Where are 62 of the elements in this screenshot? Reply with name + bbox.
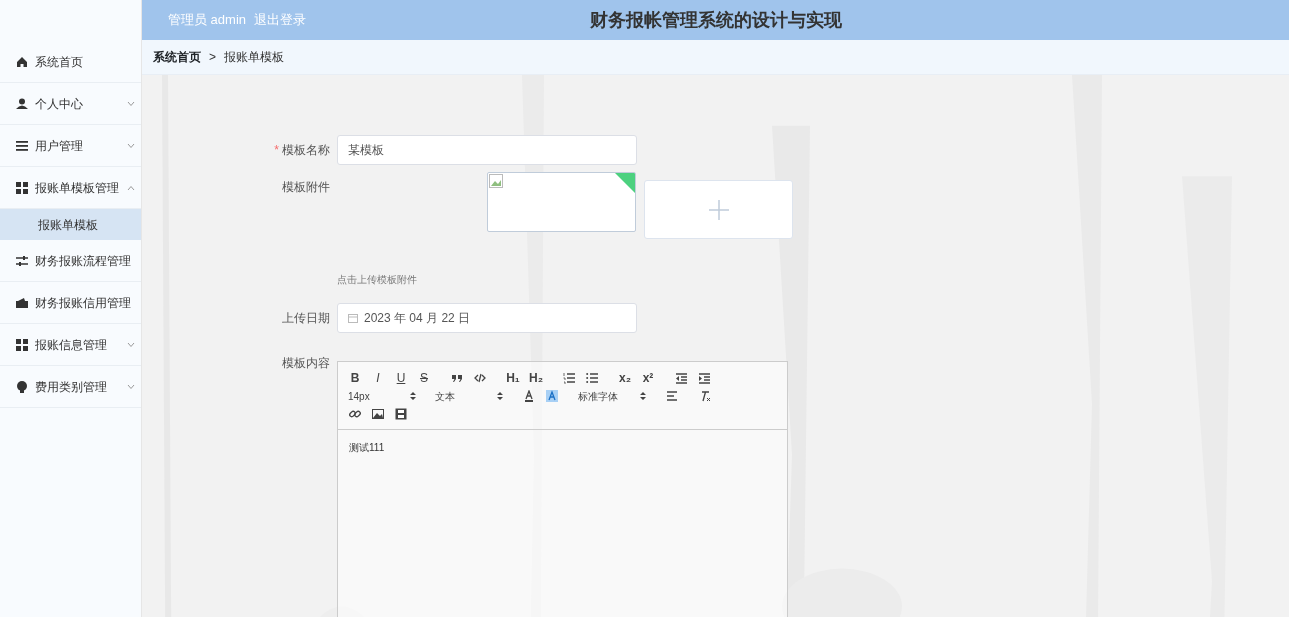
format-dropdown[interactable]: 14px: [346, 387, 418, 405]
code-icon: [474, 372, 486, 384]
sidebar-item[interactable]: 用户管理: [0, 125, 141, 167]
format-dropdown[interactable]: 标准字体: [576, 387, 648, 405]
sidebar-item[interactable]: 系统首页: [0, 41, 141, 83]
format-button[interactable]: I: [369, 369, 387, 387]
app-title: 财务报帐管理系统的设计与实现: [589, 9, 842, 30]
calendar-icon: [348, 313, 358, 323]
user-icon: [16, 97, 28, 110]
format-button[interactable]: B: [346, 369, 364, 387]
film-icon: [395, 408, 407, 420]
home-icon: [16, 55, 28, 68]
broken-image-icon: [489, 174, 503, 188]
format-button[interactable]: x²: [639, 369, 657, 387]
breadcrumb-link[interactable]: 系统首页: [153, 48, 201, 66]
sliders-icon: [16, 254, 28, 267]
sidebar-subitem[interactable]: 报账单模板: [0, 209, 141, 240]
sidebar-item[interactable]: 财务报账信用管理: [0, 282, 141, 324]
plus-icon: [707, 198, 730, 221]
format-button[interactable]: H₂: [527, 369, 545, 387]
outdent-icon: [675, 372, 687, 384]
breadcrumb-current: 报账单模板: [224, 49, 284, 66]
grid-icon: [16, 338, 28, 351]
field-label: 模板名称: [282, 143, 330, 157]
list-icon: [16, 139, 28, 152]
success-corner-icon: [615, 173, 635, 193]
clear-format-icon: [699, 390, 711, 402]
updown-icon: [497, 391, 503, 401]
sidebar-item[interactable]: 费用类别管理: [0, 366, 141, 408]
format-button[interactable]: [543, 387, 561, 405]
updown-icon: [640, 391, 646, 401]
required-mark: *: [274, 143, 279, 157]
indent-icon: [698, 372, 710, 384]
field-label: 上传日期: [281, 310, 330, 327]
sidebar-item[interactable]: 个人中心: [0, 83, 141, 125]
updown-icon: [410, 391, 416, 401]
format-button[interactable]: U: [392, 369, 410, 387]
wallet-icon: [16, 296, 28, 309]
text-color-icon: [523, 390, 535, 402]
format-button[interactable]: H₁: [504, 369, 522, 387]
editor-content[interactable]: 测试111: [338, 430, 787, 465]
date-input[interactable]: 2023 年 04 月 22 日: [337, 303, 637, 333]
upload-hint: 点击上传模板附件: [337, 274, 417, 285]
name-input[interactable]: 某模板: [337, 135, 637, 165]
attachment-thumbnail[interactable]: [487, 172, 636, 232]
numbered-list-icon: [563, 372, 575, 384]
highlight-icon: [546, 390, 558, 402]
format-button[interactable]: S: [415, 369, 433, 387]
sidebar-item[interactable]: 财务报账流程管理: [0, 240, 141, 282]
image-icon: [372, 408, 384, 420]
bullet-list-icon: [586, 372, 598, 384]
align-icon: [666, 390, 678, 402]
sidebar-item[interactable]: 报账信息管理: [0, 324, 141, 366]
user-label: 管理员 admin: [168, 11, 247, 30]
quote-icon: [451, 372, 463, 384]
format-dropdown[interactable]: 文本: [433, 387, 505, 405]
grid-icon: [16, 181, 28, 194]
bulb-icon: [16, 380, 28, 393]
breadcrumb-separator: >: [209, 49, 216, 66]
format-button[interactable]: x₂: [616, 369, 634, 387]
link-icon: [349, 408, 361, 420]
field-label: 模板附件: [281, 179, 330, 196]
